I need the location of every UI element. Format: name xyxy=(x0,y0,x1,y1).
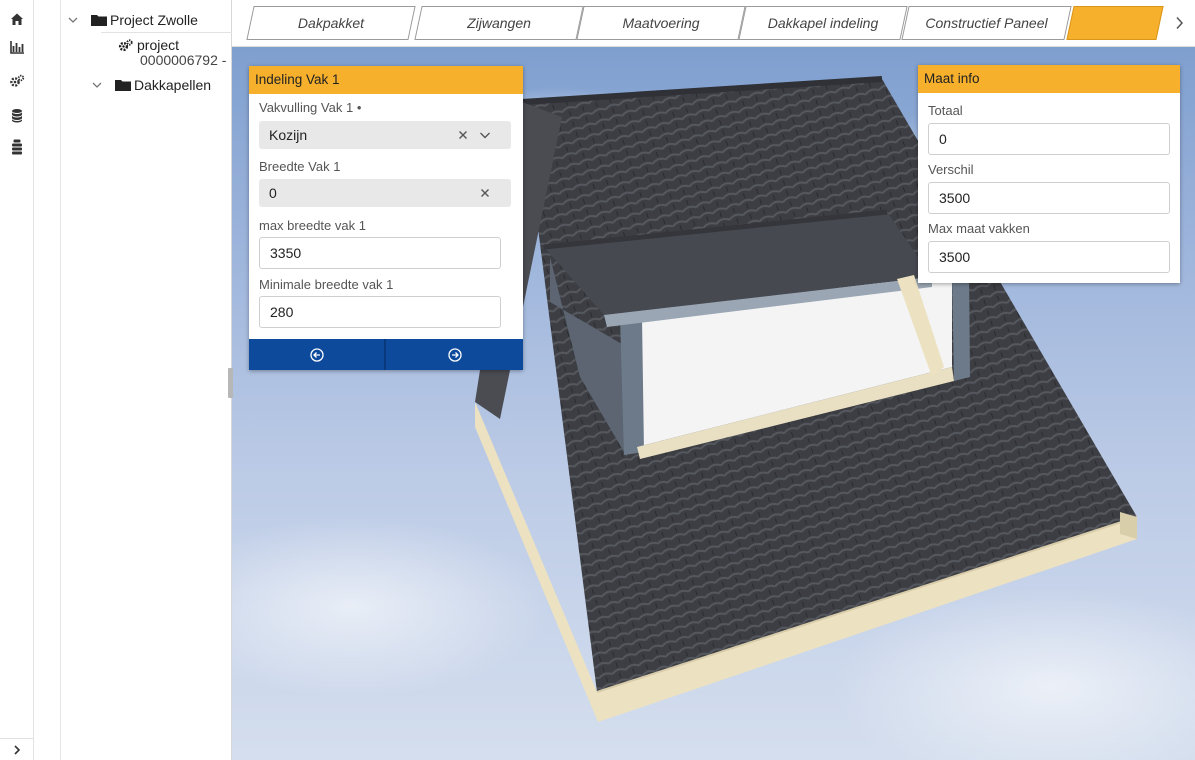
breedte-value: 0 xyxy=(269,185,277,201)
chevron-down-icon[interactable] xyxy=(67,14,79,26)
project-tree: Project Zwolle project 0000006792 - Dakk… xyxy=(60,0,233,760)
gears-icon xyxy=(118,38,133,51)
folder-icon xyxy=(91,15,107,26)
tree-node-label: Dakkapellen xyxy=(134,77,212,93)
chevron-down-icon[interactable] xyxy=(91,79,103,91)
required-marker: • xyxy=(356,100,362,115)
gears-icon[interactable] xyxy=(0,68,34,94)
max-maat-label: Max maat vakken xyxy=(928,221,1030,236)
tree-node-project-zwolle[interactable]: Project Zwolle xyxy=(67,12,198,28)
min-breedte-field[interactable]: 280 xyxy=(259,296,501,328)
project-number-text: 0000006792 - xyxy=(140,52,227,68)
totaal-field[interactable]: 0 xyxy=(928,123,1170,155)
verschil-label: Verschil xyxy=(928,162,974,177)
breedte-label: Breedte Vak 1 xyxy=(259,159,341,174)
database-icon[interactable] xyxy=(0,102,34,128)
chevron-right-icon xyxy=(1176,16,1184,30)
vakvulling-label-text: Vakvulling Vak 1 xyxy=(259,100,354,115)
folder-icon xyxy=(115,80,131,91)
tree-node-project[interactable]: project xyxy=(118,37,179,53)
chevron-right-icon xyxy=(14,744,21,755)
icon-rail xyxy=(0,0,34,760)
totaal-label: Totaal xyxy=(928,103,963,118)
clear-icon[interactable] xyxy=(455,127,471,143)
panel-resize-handle[interactable] xyxy=(228,368,233,398)
tree-node-dakkapellen[interactable]: Dakkapellen xyxy=(91,77,211,93)
indeling-vak-panel: Indeling Vak 1 Vakvulling Vak 1 • Kozijn… xyxy=(249,66,523,370)
max-breedte-label: max breedte vak 1 xyxy=(259,218,366,233)
breedte-input[interactable]: 0 xyxy=(259,179,511,207)
tab-label: Maatvoering xyxy=(622,15,700,31)
panel-title: Maat info xyxy=(918,65,1180,93)
chart-icon[interactable] xyxy=(0,34,34,60)
arrow-right-circle-icon xyxy=(447,347,462,362)
tree-node-label: project xyxy=(137,37,180,53)
maat-info-panel: Maat info Totaal 0 Verschil 3500 Max maa… xyxy=(918,65,1180,283)
vakvulling-label: Vakvulling Vak 1 • xyxy=(259,100,361,115)
arrow-left-circle-icon xyxy=(309,347,324,362)
tab-bar: Dakpakket Zijwangen Maatvoering Dakkapel… xyxy=(232,0,1195,47)
max-maat-field[interactable]: 3500 xyxy=(928,241,1170,273)
panel-nav-bar xyxy=(249,339,523,370)
panel-title: Indeling Vak 1 xyxy=(249,66,523,94)
tabs-next-button[interactable] xyxy=(1169,12,1189,34)
tab-label: Constructief Paneel xyxy=(925,15,1048,31)
vakvulling-select[interactable]: Kozijn xyxy=(259,121,511,149)
divider xyxy=(101,32,233,33)
tab-label: Zijwangen xyxy=(467,15,531,31)
min-breedte-label: Minimale breedte vak 1 xyxy=(259,277,394,292)
previous-button[interactable] xyxy=(249,339,384,370)
tab-label: Dakkapel indeling xyxy=(767,15,879,31)
chevron-down-icon[interactable] xyxy=(477,127,493,143)
expand-rail-button[interactable] xyxy=(0,738,34,760)
database-stack-icon[interactable] xyxy=(0,134,34,160)
tab-label: Dakpakket xyxy=(297,15,365,31)
vakvulling-value: Kozijn xyxy=(269,127,308,143)
verschil-field[interactable]: 3500 xyxy=(928,182,1170,214)
clear-icon[interactable] xyxy=(477,185,493,201)
tab-active[interactable] xyxy=(1066,6,1164,40)
home-icon[interactable] xyxy=(0,6,34,32)
max-breedte-field[interactable]: 3350 xyxy=(259,237,501,269)
project-number: 0000006792 - xyxy=(140,52,226,68)
next-button[interactable] xyxy=(386,339,523,370)
tree-node-label: Project Zwolle xyxy=(110,12,198,28)
